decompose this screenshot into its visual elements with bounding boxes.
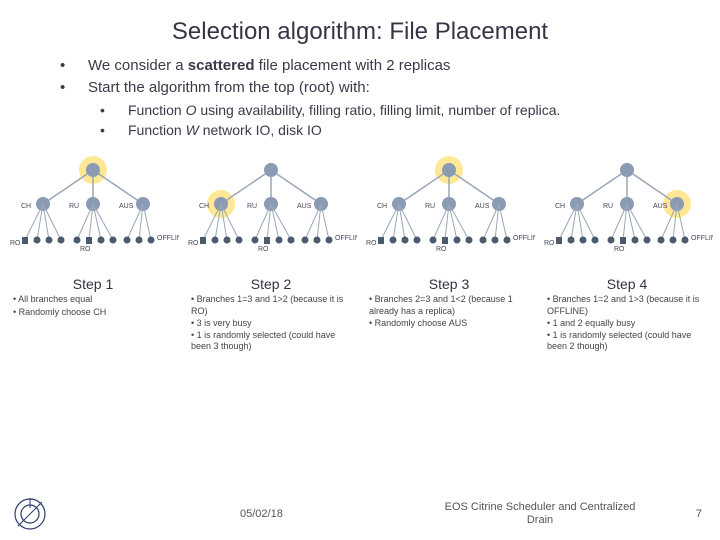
- svg-text:RO: RO: [436, 246, 447, 253]
- step-1-notes: • All branches equal • Randomly choose C…: [7, 292, 179, 318]
- slide-footer: 05/02/18 EOS Citrine Scheduler and Centr…: [0, 496, 720, 532]
- svg-text:AUS: AUS: [653, 203, 668, 210]
- sub-bullet-1: • Function O using availability, filling…: [100, 101, 700, 120]
- cern-logo-icon: [12, 496, 48, 532]
- diagram-step-2: CH RU AUS RO RO OFFLINE Step 2 • Branche…: [185, 154, 357, 353]
- svg-text:OFFLINE: OFFLINE: [513, 235, 535, 242]
- svg-text:RO: RO: [258, 246, 269, 253]
- svg-text:RO: RO: [614, 246, 625, 253]
- svg-text:RU: RU: [425, 203, 435, 210]
- slide-title: Selection algorithm: File Placement: [0, 0, 720, 56]
- step-4-label: Step 4: [541, 276, 713, 292]
- svg-text:RO: RO: [80, 246, 91, 253]
- svg-text:OFFLINE: OFFLINE: [157, 235, 179, 242]
- svg-text:RO: RO: [10, 240, 21, 247]
- step-2-notes: • Branches 1=3 and 1>2 (because it is RO…: [185, 292, 357, 352]
- svg-text:CH: CH: [377, 203, 387, 210]
- svg-text:RU: RU: [247, 203, 257, 210]
- branch-label-aus: AUS: [119, 203, 134, 210]
- diagram-row: CH RU AUS RO RO OFFLINE Step 1 • All bra…: [0, 154, 720, 353]
- step-3-label: Step 3: [363, 276, 535, 292]
- bullet-2: • Start the algorithm from the top (root…: [60, 78, 700, 98]
- svg-text:OFFLINE: OFFLINE: [691, 235, 713, 242]
- svg-text:CH: CH: [555, 203, 565, 210]
- bullet-1: • We consider a scattered file placement…: [60, 56, 700, 76]
- svg-text:RO: RO: [366, 240, 377, 247]
- svg-text:RU: RU: [603, 203, 613, 210]
- svg-text:CH: CH: [199, 203, 209, 210]
- diagram-step-4: CH RU AUS RO RO OFFLINE Step 4 • Branche…: [541, 154, 713, 353]
- diagram-step-3: CH RU AUS RO RO OFFLINE Step 3 • Branche…: [363, 154, 535, 353]
- sub-bullet-2: • Function W network IO, disk IO: [100, 121, 700, 140]
- footer-conference: EOS Citrine Scheduler and Centralized Dr…: [430, 501, 650, 527]
- step-4-notes: • Branches 1=2 and 1>3 (because it is OF…: [541, 292, 713, 352]
- svg-text:AUS: AUS: [475, 203, 490, 210]
- step-3-notes: • Branches 2=3 and 1<2 (because 1 alread…: [363, 292, 535, 329]
- step-1-label: Step 1: [7, 276, 179, 292]
- footer-date: 05/02/18: [240, 508, 283, 520]
- svg-text:AUS: AUS: [297, 203, 312, 210]
- branch-label-ch: CH: [21, 203, 31, 210]
- svg-text:RO: RO: [188, 240, 199, 247]
- diagram-step-1: CH RU AUS RO RO OFFLINE Step 1 • All bra…: [7, 154, 179, 353]
- svg-text:RO: RO: [544, 240, 555, 247]
- branch-label-ru: RU: [69, 203, 79, 210]
- svg-text:OFFLINE: OFFLINE: [335, 235, 357, 242]
- page-number: 7: [696, 508, 702, 520]
- step-2-label: Step 2: [185, 276, 357, 292]
- bullet-list: • We consider a scattered file placement…: [0, 56, 720, 140]
